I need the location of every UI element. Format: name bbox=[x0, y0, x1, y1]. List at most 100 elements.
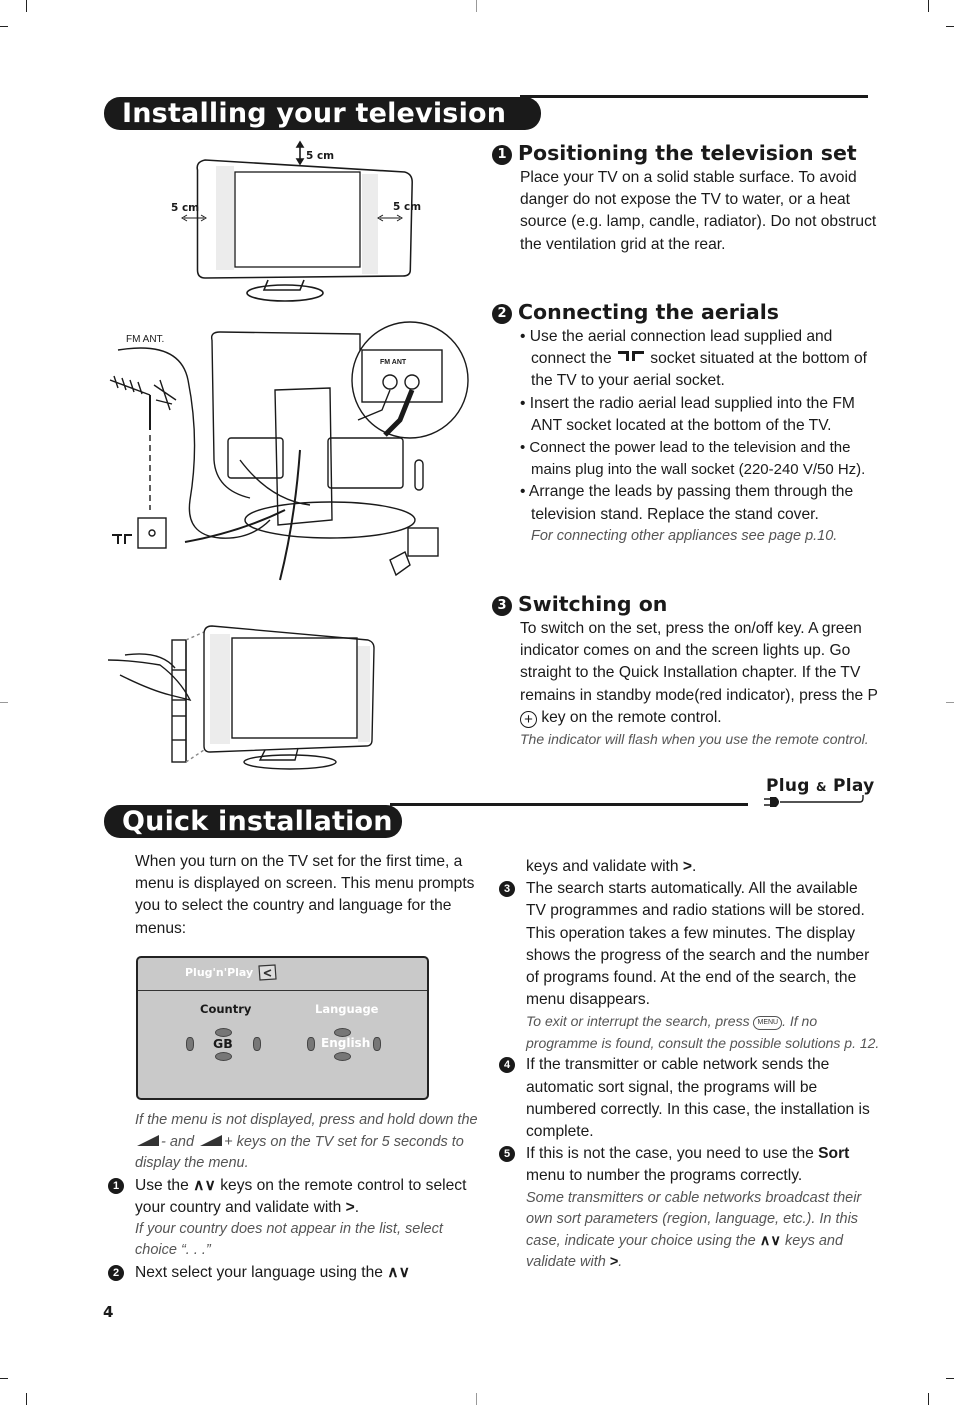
step-note: If your country does not appear in the l… bbox=[135, 1220, 443, 1259]
tv-side-panel bbox=[362, 174, 378, 274]
step-2-continued: keys and validate with >. bbox=[499, 856, 881, 878]
aerial-socket-icon bbox=[617, 351, 644, 362]
plug-icon bbox=[764, 795, 864, 807]
osd-language-value[interactable]: English bbox=[321, 1036, 370, 1050]
switching-on-paragraph: To switch on the set, press the on/off k… bbox=[520, 618, 888, 729]
clearance-top-label: 5 cm bbox=[306, 150, 335, 162]
install-step-5: 5 If this is not the case, you need to u… bbox=[499, 1143, 881, 1273]
step-number-badge: 2 bbox=[108, 1264, 124, 1281]
step-number-badge: 3 bbox=[492, 596, 512, 616]
heading-text: Positioning the television set bbox=[518, 141, 857, 165]
crop-mark bbox=[928, 1393, 929, 1405]
up-down-arrow-keys-icon: ∧∨ bbox=[193, 1176, 216, 1194]
step-text-part: If this is not the case, you need to use… bbox=[526, 1145, 819, 1163]
quick-install-left-column: If the menu is not displayed, press and … bbox=[108, 1110, 488, 1284]
crop-mark bbox=[946, 26, 954, 27]
crop-mark bbox=[928, 0, 929, 12]
paragraph-text: key on the remote control. bbox=[537, 708, 722, 726]
note-text: If the menu is not displayed, press and … bbox=[135, 1112, 478, 1128]
step-text: If this is not the case, you need to use… bbox=[526, 1143, 881, 1187]
osd-title: Plug'n'Play bbox=[185, 966, 254, 979]
switching-on-illustration bbox=[107, 625, 375, 770]
plug-n-play-menu-icon bbox=[258, 964, 277, 981]
up-down-arrow-keys-icon: ∧∨ bbox=[759, 1232, 781, 1249]
aerials-text: • Use the aerial connection lead supplie… bbox=[520, 326, 885, 547]
quick-install-intro: When you turn on the TV set for the firs… bbox=[135, 851, 487, 940]
note-text: - and bbox=[161, 1133, 199, 1150]
note-text: To exit or interrupt the search, press bbox=[526, 1013, 754, 1030]
heading-switching-on: 3 Switching on bbox=[492, 591, 667, 617]
clearance-right-label: 5 cm bbox=[393, 201, 422, 213]
section-title-installing: Installing your television set bbox=[104, 97, 541, 162]
step-text-part: . bbox=[692, 858, 697, 875]
clearance-left-label: 5 cm bbox=[171, 202, 200, 214]
osd-language-left-arrow[interactable] bbox=[307, 1037, 315, 1051]
volume-key-icon bbox=[137, 1134, 159, 1146]
step-number-badge: 1 bbox=[108, 1177, 124, 1194]
step-number-badge: 3 bbox=[499, 881, 515, 898]
install-step-2: 2 Next select your language using the ∧∨ bbox=[108, 1262, 488, 1284]
step-text-part: . bbox=[354, 1198, 360, 1216]
logo-ampersand: & bbox=[815, 780, 827, 794]
crop-mark bbox=[26, 0, 27, 12]
positioning-paragraph: Place your TV on a solid stable surface.… bbox=[520, 169, 877, 253]
crop-mark bbox=[946, 702, 954, 703]
step-text: Use the ∧∨ keys on the remote control to… bbox=[135, 1175, 488, 1219]
crop-mark bbox=[0, 1378, 8, 1379]
sort-menu-name: Sort bbox=[818, 1145, 850, 1163]
step-number-badge: 5 bbox=[499, 1146, 515, 1163]
logo-text: Plug bbox=[766, 776, 816, 796]
aerials-bullet: • Use the aerial connection lead supplie… bbox=[520, 326, 885, 393]
aerials-bullet: • Arrange the leads by passing them thro… bbox=[520, 483, 854, 523]
step-text: The search starts automatically. All the… bbox=[526, 880, 870, 1009]
osd-country-down-arrow[interactable] bbox=[215, 1052, 232, 1061]
osd-language-down-arrow[interactable] bbox=[334, 1052, 351, 1061]
switching-on-text: To switch on the set, press the on/off k… bbox=[520, 618, 888, 751]
quick-install-right-column: keys and validate with >. 3 The search s… bbox=[499, 856, 881, 1274]
section-title-quick-installation: Quick installation bbox=[104, 805, 402, 838]
note-text: . bbox=[618, 1254, 623, 1271]
aerials-bullet: • Connect the power lead to the televisi… bbox=[520, 439, 866, 479]
positioning-text: Place your TV on a solid stable surface.… bbox=[520, 167, 885, 256]
heading-aerials: 2 Connecting the aerials bbox=[492, 299, 779, 325]
osd-header: Plug'n'Play bbox=[138, 958, 427, 991]
volume-key-icon bbox=[200, 1134, 223, 1146]
step-text-part: Use the bbox=[135, 1176, 194, 1194]
osd-language-label: Language bbox=[315, 1002, 379, 1016]
section-rule bbox=[520, 95, 868, 98]
osd-country-value[interactable]: GB bbox=[213, 1036, 233, 1051]
install-step-4: 4 If the transmitter or cable network se… bbox=[499, 1054, 881, 1143]
heading-positioning: 1 Positioning the television set bbox=[492, 140, 857, 166]
step-number-badge: 4 bbox=[499, 1057, 515, 1074]
aerials-bullet: • Insert the radio aerial lead supplied … bbox=[520, 394, 855, 434]
tv-clearance-illustration bbox=[181, 140, 413, 302]
aerial-connection-illustration bbox=[109, 321, 469, 581]
step-number-badge: 2 bbox=[492, 304, 512, 324]
plug-and-play-logo: Plug & Play bbox=[766, 776, 875, 796]
aerials-note: For connecting other appliances see page… bbox=[531, 527, 838, 544]
osd-country-label: Country bbox=[200, 1002, 252, 1016]
osd-country-left-arrow[interactable] bbox=[186, 1037, 194, 1051]
step-note: To exit or interrupt the search, press M… bbox=[526, 1011, 881, 1054]
validate-key-icon: > bbox=[345, 1198, 355, 1216]
crop-mark bbox=[476, 0, 477, 12]
install-step-1: 1 Use the ∧∨ keys on the remote control … bbox=[108, 1175, 488, 1262]
fm-ant-label: FM ANT. bbox=[126, 334, 165, 345]
heading-text: Switching on bbox=[518, 592, 668, 616]
p-plus-key-icon: + bbox=[520, 710, 537, 728]
crop-mark bbox=[0, 702, 8, 703]
step-text: Next select your language using the ∧∨ bbox=[135, 1262, 488, 1284]
intro-paragraph: When you turn on the TV set for the firs… bbox=[135, 853, 475, 937]
switching-on-note: The indicator will flash when you use th… bbox=[520, 731, 869, 748]
menu-key-icon: MENU bbox=[753, 1016, 783, 1031]
step-text-part: Next select your language using the bbox=[135, 1263, 388, 1281]
step-text-part: keys and validate with bbox=[526, 858, 683, 875]
osd-language-right-arrow[interactable] bbox=[373, 1037, 381, 1051]
inset-fm-ant-label: FM ANT bbox=[380, 359, 407, 366]
up-down-arrow-keys-icon: ∧∨ bbox=[387, 1263, 411, 1281]
validate-key-icon: > bbox=[682, 858, 692, 875]
section-rule bbox=[390, 803, 748, 806]
osd-country-right-arrow[interactable] bbox=[253, 1037, 261, 1051]
crop-mark bbox=[26, 1393, 27, 1405]
logo-text: Play bbox=[826, 776, 875, 796]
